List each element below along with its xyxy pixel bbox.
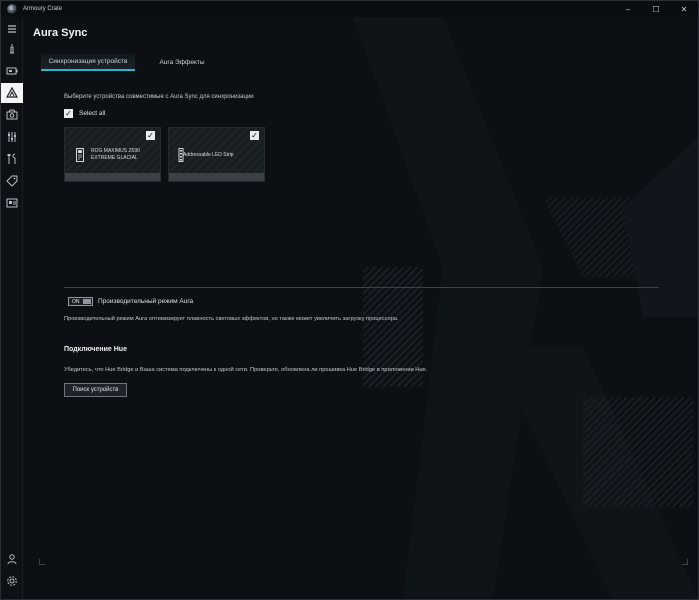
sidebar-item-home[interactable] xyxy=(1,39,23,59)
sidebar-item-device[interactable] xyxy=(1,61,23,81)
minimize-button[interactable]: – xyxy=(614,1,642,17)
settings-icon xyxy=(7,576,17,586)
toggle-state: ON xyxy=(72,298,80,305)
device-name: Addressable LED Strip xyxy=(183,152,234,158)
title-bar: Armoury Crate – ☐ ✕ xyxy=(1,1,698,17)
tab-aura-effects[interactable]: Aura Эффекты xyxy=(135,54,229,71)
checkmark-icon: ✓ xyxy=(64,109,73,118)
window-controls: – ☐ ✕ xyxy=(614,1,698,17)
background-decoration xyxy=(353,17,698,599)
maximize-button[interactable]: ☐ xyxy=(642,1,670,17)
user-icon xyxy=(7,554,17,565)
tag-icon xyxy=(6,175,18,187)
gamevisual-icon xyxy=(6,109,18,120)
sidebar-item-tools[interactable] xyxy=(1,149,23,169)
performance-mode-toggle[interactable]: ON xyxy=(68,297,93,306)
motherboard-icon xyxy=(76,148,84,162)
select-all-checkbox[interactable]: ✓ Select all xyxy=(64,109,105,118)
performance-mode-row: ON Производительный режим Aura xyxy=(68,297,193,306)
section-divider xyxy=(64,287,659,288)
tab-bar: Синхронизация устройств Aura Эффекты xyxy=(41,54,229,71)
corner-mark xyxy=(39,559,45,565)
rog-logo-icon xyxy=(7,4,17,14)
checkmark-icon[interactable]: ✓ xyxy=(250,131,259,140)
toggle-knob xyxy=(83,299,91,304)
performance-mode-description: Производительный режим Aura оптимизирует… xyxy=(64,316,399,322)
performance-mode-label: Производительный режим Aura xyxy=(98,298,194,305)
device-icon xyxy=(6,67,18,75)
search-devices-button[interactable]: Поиск устройств xyxy=(64,383,127,397)
sync-instruction: Выберите устройства совместимые с Aura S… xyxy=(64,94,254,100)
window-title: Armoury Crate xyxy=(23,6,63,12)
sidebar-item-user[interactable] xyxy=(1,549,23,569)
checkmark-icon[interactable]: ✓ xyxy=(146,131,155,140)
page-title: Aura Sync xyxy=(33,27,88,39)
corner-mark xyxy=(682,559,688,565)
sliders-icon xyxy=(8,132,16,142)
device-card-motherboard[interactable]: ✓ ROG MAXIMUS Z690 EXTREME GLACIAL xyxy=(64,127,161,182)
hue-description: Убедитесь, что Hue Bridge и Ваша система… xyxy=(64,367,428,373)
device-card-led-strip[interactable]: ✓ Addressable LED Strip xyxy=(168,127,265,182)
aura-icon xyxy=(6,87,18,98)
info-icon xyxy=(10,44,14,54)
id-card-icon xyxy=(6,198,18,208)
sidebar-item-deals[interactable] xyxy=(1,171,23,191)
sidebar-item-aura-sync[interactable] xyxy=(1,83,23,103)
tools-icon xyxy=(7,153,16,164)
select-all-label: Select all xyxy=(79,110,106,117)
menu-icon[interactable] xyxy=(1,19,23,39)
sidebar xyxy=(1,17,23,599)
sidebar-item-gamevisual[interactable] xyxy=(1,105,23,125)
close-button[interactable]: ✕ xyxy=(670,1,698,17)
sidebar-item-settings[interactable] xyxy=(1,571,23,591)
sidebar-item-profile[interactable] xyxy=(1,193,23,213)
sidebar-item-scenario[interactable] xyxy=(1,127,23,147)
device-name: ROG MAXIMUS Z690 EXTREME GLACIAL xyxy=(91,148,140,161)
hue-section-title: Подключение Hue xyxy=(64,346,127,353)
tab-sync-devices[interactable]: Синхронизация устройств xyxy=(41,54,135,71)
app-window: Armoury Crate – ☐ ✕ Aura Sync Синхрониза… xyxy=(0,0,699,600)
